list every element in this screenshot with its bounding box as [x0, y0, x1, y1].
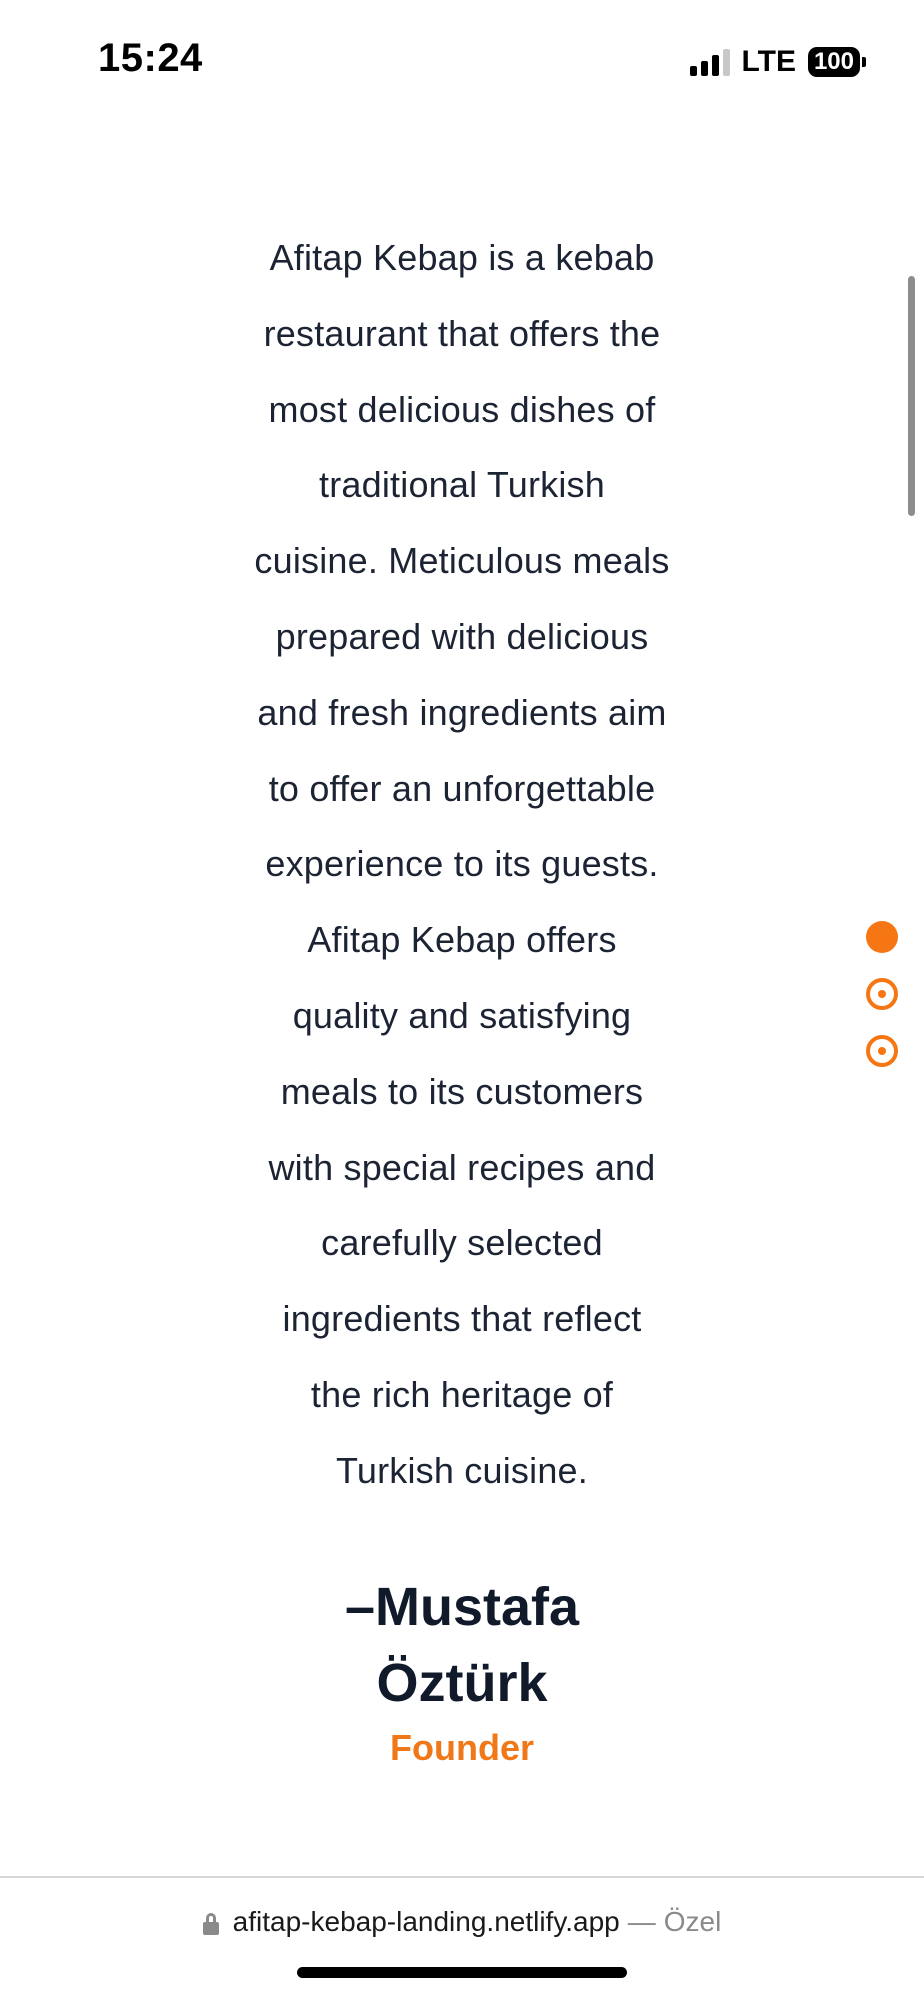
- quote-line: cuisine. Meticulous meals: [254, 540, 670, 582]
- quote-line: Afitap Kebap is a kebab: [269, 237, 655, 278]
- quote-line: traditional Turkish: [319, 464, 605, 506]
- testimonial-author: –Mustafa Öztürk: [227, 1569, 697, 1721]
- quote-line: the rich heritage of: [310, 1373, 614, 1415]
- quote-line: Afitap Kebap offers: [307, 919, 617, 961]
- quote-line: experience to its guests.: [265, 843, 659, 885]
- status-time: 15:24: [98, 36, 203, 80]
- lock-icon: [202, 1913, 219, 1935]
- testimonial-section: Afitap Kebap is a kebab restaurant that …: [0, 220, 924, 1769]
- status-bar: 15:24 LTE 100: [0, 0, 924, 120]
- battery-level: 100: [807, 47, 860, 77]
- quote-line: quality and satisfying: [292, 994, 632, 1036]
- quote-line: meals to its customers: [280, 1070, 644, 1112]
- quote-line: prepared with delicious: [275, 615, 649, 657]
- quote-line: most delicious dishes of: [268, 388, 656, 430]
- pagination-dot-2[interactable]: [866, 978, 898, 1010]
- home-indicator[interactable]: [297, 1967, 627, 1978]
- testimonial-quote: Afitap Kebap is a kebab restaurant that …: [227, 220, 697, 1509]
- quote-line: carefully selected: [321, 1222, 603, 1264]
- battery-icon: 100: [807, 47, 866, 77]
- network-type-label: LTE: [741, 45, 796, 78]
- quote-line: restaurant that offers the: [263, 312, 661, 354]
- quote-line: ingredients that reflect: [282, 1298, 642, 1340]
- quote-line: and fresh ingredients aim: [257, 691, 667, 733]
- author-role: Founder: [390, 1726, 534, 1768]
- quote-line: Turkish cuisine.: [336, 1449, 588, 1491]
- author-last-name: Öztürk: [376, 1652, 548, 1713]
- author-first-name: –Mustafa: [344, 1576, 580, 1637]
- pagination-dot-3[interactable]: [866, 1035, 898, 1067]
- url-separator: —: [627, 1906, 656, 1937]
- testimonial-pagination: [866, 921, 900, 1092]
- quote-line: with special recipes and: [268, 1146, 656, 1188]
- private-mode-label: Özel: [663, 1906, 722, 1937]
- pagination-dot-1[interactable]: [866, 921, 898, 953]
- url-domain: afitap-kebap-landing.netlify.app: [232, 1906, 620, 1937]
- quote-line: to offer an unforgettable: [268, 767, 656, 809]
- browser-address-bar[interactable]: afitap-kebap-landing.netlify.app — Özel: [0, 1900, 924, 1944]
- toolbar-divider: [0, 1876, 924, 1878]
- cellular-signal-icon: [689, 48, 730, 76]
- status-indicators: LTE 100: [689, 42, 866, 82]
